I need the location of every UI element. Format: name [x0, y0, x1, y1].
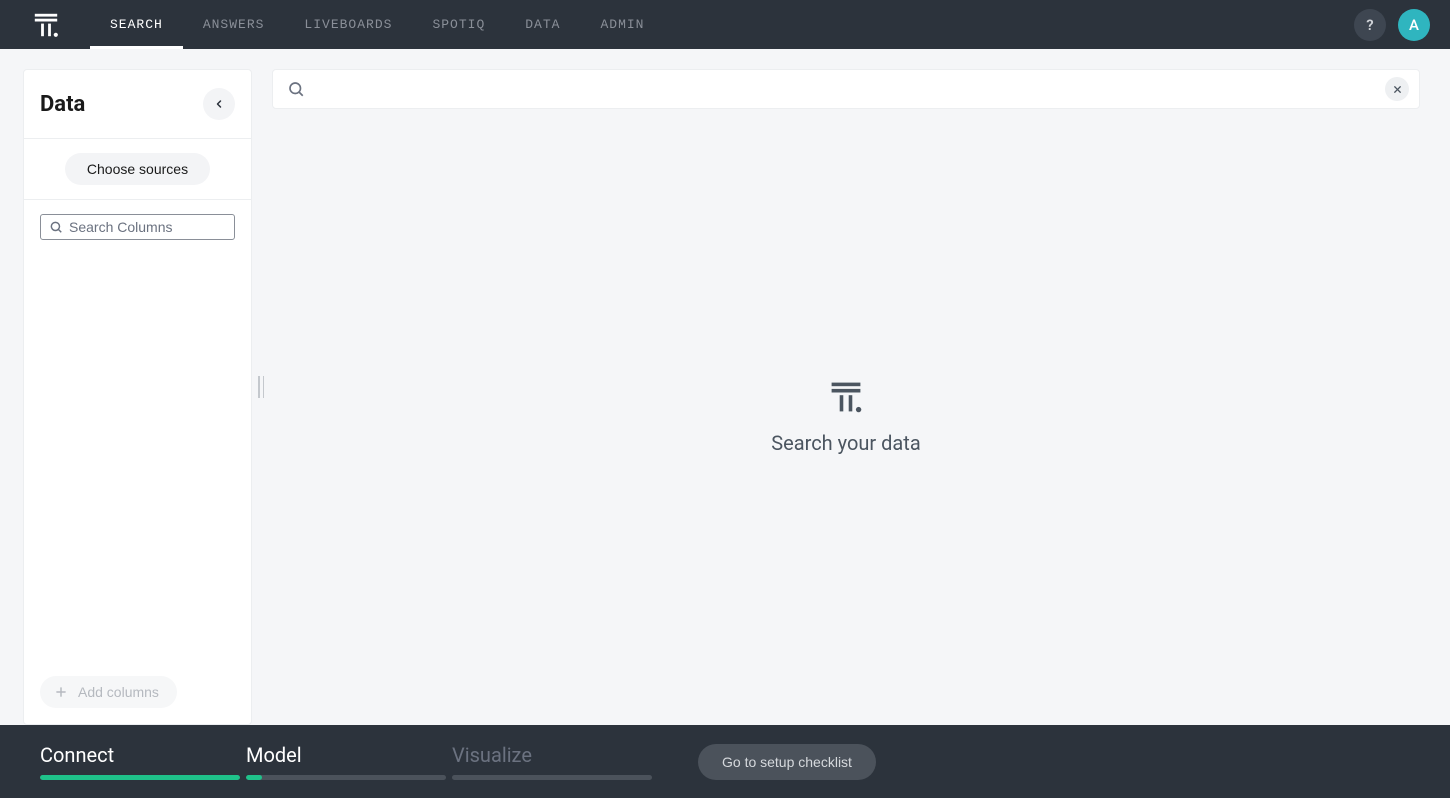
progress-label: Model: [246, 743, 446, 767]
nav-tab-liveboards[interactable]: LIVEBOARDS: [284, 0, 412, 49]
main-area: Data Choose sources Add columns: [0, 49, 1450, 725]
user-avatar[interactable]: A: [1398, 9, 1430, 41]
choose-sources-area: Choose sources: [24, 139, 251, 200]
logo-icon: [32, 11, 60, 39]
nav-tab-data[interactable]: DATA: [505, 0, 580, 49]
progress-step-model: Model: [246, 743, 446, 780]
nav-right: ? A: [1354, 9, 1430, 41]
empty-state-heading: Search your data: [771, 431, 920, 455]
column-search-input[interactable]: [69, 219, 226, 235]
help-button[interactable]: ?: [1354, 9, 1386, 41]
sidebar-title: Data: [40, 92, 85, 117]
add-columns-button[interactable]: Add columns: [40, 676, 177, 708]
chevron-left-icon: [213, 98, 225, 110]
progress-label: Visualize: [452, 743, 652, 767]
nav-tab-admin[interactable]: ADMIN: [580, 0, 664, 49]
main-search-input[interactable]: [315, 81, 1385, 98]
column-search-area: [24, 200, 251, 240]
help-icon: ?: [1366, 16, 1373, 34]
app-logo[interactable]: [32, 11, 60, 39]
avatar-initial: A: [1409, 16, 1419, 34]
plus-icon: [54, 685, 68, 699]
setup-progress-bar: Connect Model Visualize Go to setup chec…: [0, 725, 1450, 798]
clear-search-button[interactable]: [1385, 77, 1409, 101]
data-sidebar: Data Choose sources Add columns: [23, 69, 252, 725]
search-icon: [49, 220, 63, 234]
progress-label: Connect: [40, 743, 240, 767]
nav-tab-search[interactable]: SEARCH: [90, 0, 183, 49]
nav-tabs: SEARCH ANSWERS LIVEBOARDS SPOTIQ DATA AD…: [90, 0, 664, 49]
progress-track: [40, 775, 240, 780]
close-icon: [1392, 84, 1403, 95]
search-icon: [287, 80, 305, 98]
content-area: Search your data: [272, 69, 1420, 725]
progress-track: [452, 775, 652, 780]
collapse-sidebar-button[interactable]: [203, 88, 235, 120]
choose-sources-button[interactable]: Choose sources: [65, 153, 210, 185]
progress-step-connect: Connect: [40, 743, 240, 780]
column-search-field[interactable]: [40, 214, 235, 240]
empty-state: Search your data: [272, 109, 1420, 725]
progress-step-visualize: Visualize: [452, 743, 652, 780]
empty-state-logo-icon: [828, 379, 864, 415]
progress-fill: [40, 775, 240, 780]
add-columns-label: Add columns: [78, 684, 159, 700]
sidebar-header: Data: [24, 70, 251, 139]
progress-track: [246, 775, 446, 780]
nav-tab-spotiq[interactable]: SPOTIQ: [412, 0, 505, 49]
sidebar-footer: Add columns: [24, 660, 251, 724]
nav-tab-answers[interactable]: ANSWERS: [183, 0, 285, 49]
top-nav: SEARCH ANSWERS LIVEBOARDS SPOTIQ DATA AD…: [0, 0, 1450, 49]
go-to-setup-checklist-button[interactable]: Go to setup checklist: [698, 744, 876, 780]
progress-fill: [246, 775, 262, 780]
main-search-bar[interactable]: [272, 69, 1420, 109]
sidebar-resize-handle[interactable]: [256, 376, 266, 398]
